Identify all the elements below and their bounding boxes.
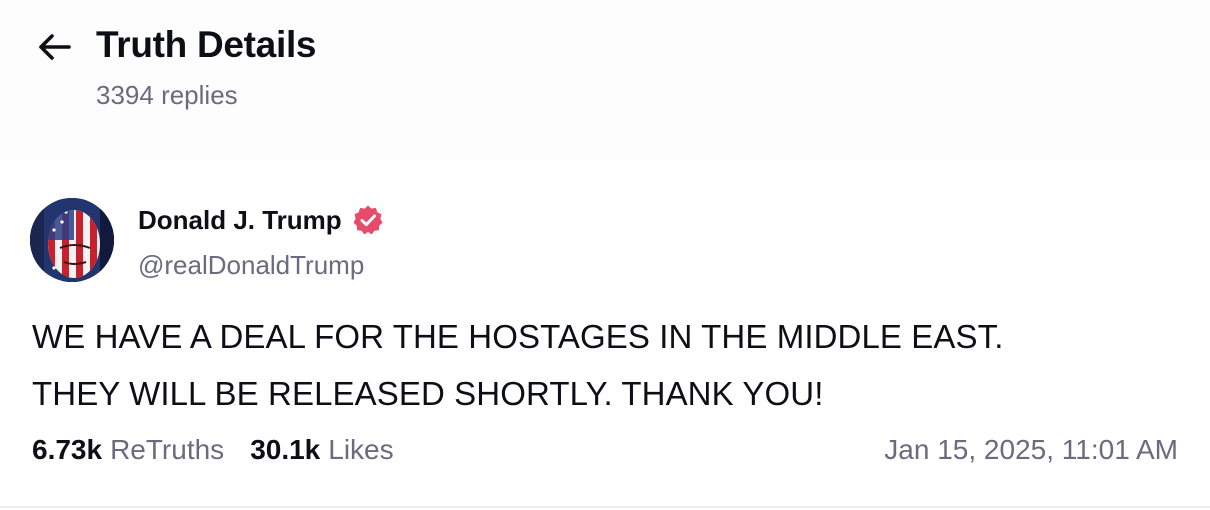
post-timestamp: Jan 15, 2025, 11:01 AM	[884, 434, 1178, 465]
author-row: Donald J. Trump	[138, 204, 384, 236]
likes-count: 30.1k	[250, 434, 321, 465]
divider	[0, 506, 1210, 508]
retruths-count: 6.73k	[32, 434, 103, 465]
post-text-line: WE HAVE A DEAL FOR THE HOSTAGES IN THE M…	[32, 318, 1004, 355]
retruths-stat[interactable]: 6.73k ReTruths	[32, 434, 224, 466]
post-card: Donald J. Trump @realDonaldTrump WE HAVE…	[0, 158, 1210, 508]
avatar[interactable]	[30, 198, 114, 282]
reply-count: 3394 replies	[96, 80, 238, 110]
retruths-label: ReTruths	[110, 434, 225, 465]
back-button[interactable]	[34, 30, 74, 64]
likes-stat[interactable]: 30.1k Likes	[250, 434, 393, 466]
likes-label: Likes	[328, 434, 394, 465]
post-text-line: THEY WILL BE RELEASED SHORTLY. THANK YOU…	[32, 375, 824, 412]
author-name[interactable]: Donald J. Trump	[138, 205, 342, 236]
post-text: WE HAVE A DEAL FOR THE HOSTAGES IN THE M…	[32, 308, 1182, 422]
page-header: Truth Details 3394 replies	[0, 0, 1210, 158]
avatar-image	[30, 198, 114, 282]
verified-badge-icon	[352, 204, 384, 236]
arrow-left-icon	[39, 34, 71, 60]
author-handle[interactable]: @realDonaldTrump	[138, 250, 364, 281]
post-stats: 6.73k ReTruths 30.1k Likes	[32, 434, 394, 466]
page-title: Truth Details	[96, 24, 317, 65]
